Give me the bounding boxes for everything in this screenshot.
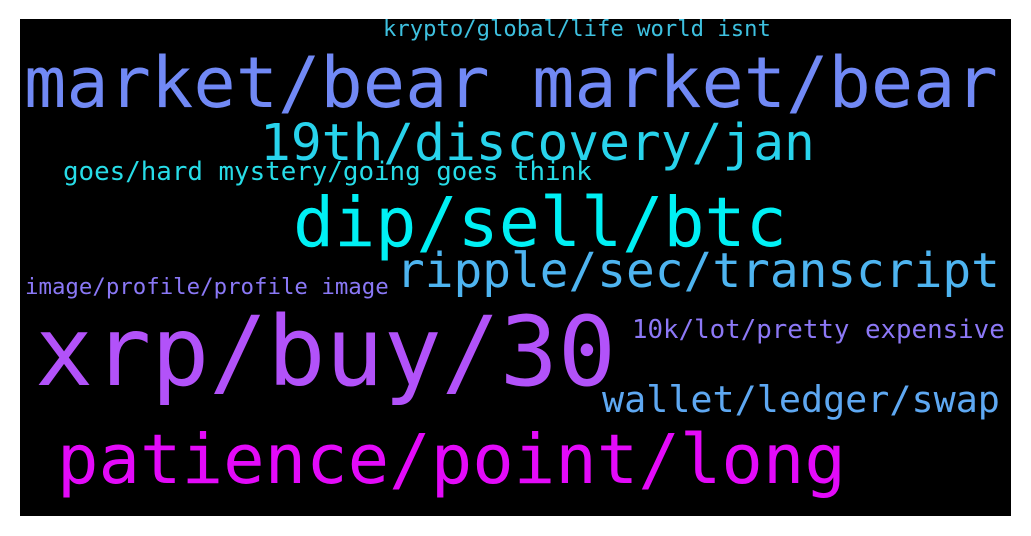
cloud-word: goes/hard mystery/going goes think: [63, 157, 592, 188]
word-cloud: krypto/global/life world isnt market/bea…: [20, 19, 1011, 516]
cloud-word: krypto/global/life world isnt: [383, 19, 771, 43]
cloud-word: market/bear market/bear: [24, 41, 998, 124]
cloud-word: wallet/ledger/swap: [602, 378, 1000, 422]
cloud-word: 10k/lot/pretty expensive: [632, 315, 1005, 346]
cloud-word: ripple/sec/transcript: [396, 243, 1000, 299]
cloud-word: patience/point/long: [57, 420, 846, 501]
cloud-word: xrp/buy/30: [35, 295, 616, 409]
